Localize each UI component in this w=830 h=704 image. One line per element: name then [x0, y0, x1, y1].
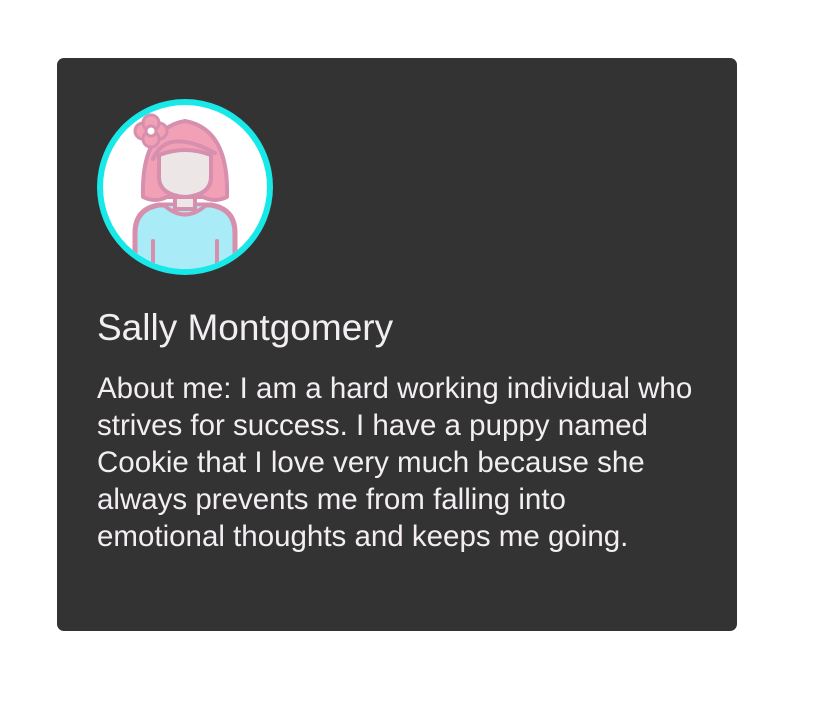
profile-card: Sally Montgomery About me: I am a hard w… — [57, 58, 737, 631]
profile-about: About me: I am a hard working individual… — [97, 372, 693, 553]
woman-avatar-icon — [132, 113, 238, 269]
avatar — [97, 99, 273, 275]
profile-name: Sally Montgomery — [97, 307, 394, 348]
avatar-image — [103, 105, 267, 269]
